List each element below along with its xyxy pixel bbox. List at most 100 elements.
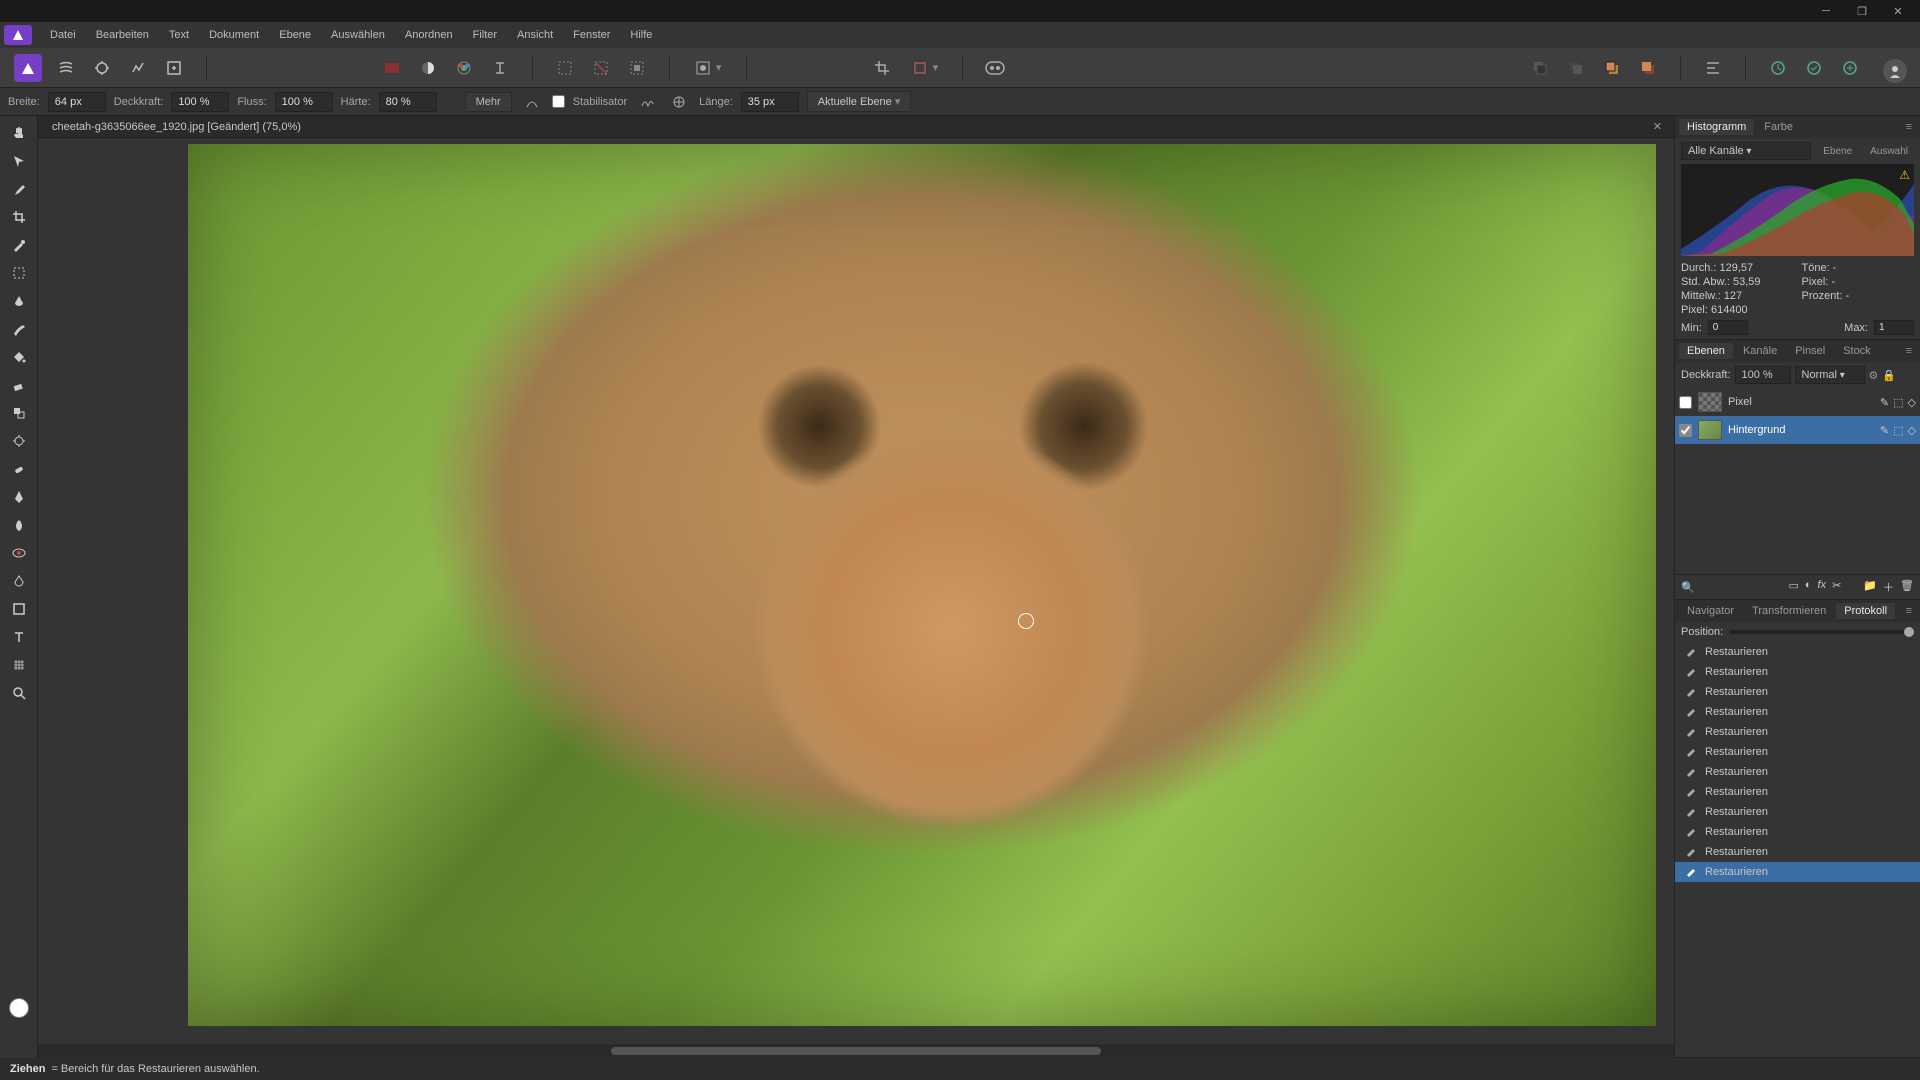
autowhite-icon[interactable] xyxy=(448,52,480,84)
stabilizer-checkbox[interactable] xyxy=(552,95,565,108)
hand-tool-icon[interactable] xyxy=(5,120,33,146)
paintbrush-tool-icon[interactable] xyxy=(5,316,33,342)
history-row[interactable]: Restaurieren xyxy=(1675,862,1920,882)
panel-menu-icon[interactable]: ≡ xyxy=(1902,345,1916,357)
history-row[interactable]: Restaurieren xyxy=(1675,822,1920,842)
persona-liquify-icon[interactable] xyxy=(50,52,82,84)
target-layer-dropdown[interactable]: Aktuelle Ebene ▾ xyxy=(807,91,912,112)
shape-tool-icon[interactable] xyxy=(5,596,33,622)
layer-edit-icon[interactable]: ✎ xyxy=(1880,396,1889,409)
layer-visibility-checkbox[interactable] xyxy=(1679,396,1692,409)
window-maximize-button[interactable]: ❐ xyxy=(1844,1,1880,21)
flow-input[interactable] xyxy=(275,92,333,112)
menu-filter[interactable]: Filter xyxy=(463,26,507,44)
selection-none-icon[interactable] xyxy=(585,52,617,84)
canvas-image[interactable] xyxy=(188,144,1656,1026)
persona-photo-icon[interactable] xyxy=(14,54,42,82)
clone-tool-icon[interactable] xyxy=(5,400,33,426)
cloud-icon[interactable] xyxy=(1798,52,1830,84)
width-input[interactable] xyxy=(48,92,106,112)
layer-lock-icon[interactable]: ◇ xyxy=(1908,424,1916,437)
menu-anordnen[interactable]: Anordnen xyxy=(395,26,463,44)
colorpicker-tool-icon[interactable] xyxy=(5,176,33,202)
share-icon[interactable] xyxy=(1834,52,1866,84)
menu-text[interactable]: Text xyxy=(159,26,199,44)
quickmask-icon[interactable]: ▾ xyxy=(686,52,730,84)
redeye-tool-icon[interactable] xyxy=(5,540,33,566)
fx-layer-icon[interactable]: fx xyxy=(1818,579,1827,595)
healing-tool-icon[interactable] xyxy=(5,456,33,482)
history-row[interactable]: Restaurieren xyxy=(1675,802,1920,822)
assistant-icon[interactable] xyxy=(979,52,1011,84)
menu-dokument[interactable]: Dokument xyxy=(199,26,269,44)
layer-lock-icon[interactable]: 🔒 xyxy=(1882,369,1896,382)
selection-all-icon[interactable] xyxy=(549,52,581,84)
adjust-layer-icon[interactable]: ◐ xyxy=(1805,579,1812,595)
crop-tool-icon[interactable] xyxy=(5,204,33,230)
more-button[interactable]: Mehr xyxy=(465,92,512,112)
menu-auswählen[interactable]: Auswählen xyxy=(321,26,395,44)
pen-tool-icon[interactable] xyxy=(5,484,33,510)
text-tool-icon[interactable] xyxy=(5,624,33,650)
persona-export-icon[interactable] xyxy=(158,52,190,84)
tab-history[interactable]: Protokoll xyxy=(1836,603,1895,619)
persona-tone-icon[interactable] xyxy=(122,52,154,84)
mesh-tool-icon[interactable] xyxy=(5,652,33,678)
length-input[interactable] xyxy=(741,92,799,112)
layer-row[interactable]: Hintergrund ✎⬚◇ xyxy=(1675,416,1920,444)
crop-layer-icon[interactable]: ✂ xyxy=(1832,579,1841,595)
scope-layer-button[interactable]: Ebene xyxy=(1817,144,1858,159)
flood-select-icon[interactable] xyxy=(5,288,33,314)
history-row[interactable]: Restaurieren xyxy=(1675,702,1920,722)
history-row[interactable]: Restaurieren xyxy=(1675,782,1920,802)
menu-fenster[interactable]: Fenster xyxy=(563,26,620,44)
delete-layer-icon[interactable]: 🗑 xyxy=(1900,579,1914,595)
rope-mode-icon[interactable] xyxy=(635,91,659,113)
autolevels-icon[interactable] xyxy=(484,52,516,84)
history-row[interactable]: Restaurieren xyxy=(1675,682,1920,702)
crop-icon[interactable] xyxy=(866,52,898,84)
smudge-tool-icon[interactable] xyxy=(5,512,33,538)
history-row[interactable]: Restaurieren xyxy=(1675,642,1920,662)
layer-visibility-checkbox[interactable] xyxy=(1679,424,1692,437)
canvas-viewport[interactable] xyxy=(38,138,1674,1044)
blur-tool-icon[interactable] xyxy=(5,568,33,594)
order-backone-icon[interactable] xyxy=(1560,52,1592,84)
autocontrast-icon[interactable] xyxy=(412,52,444,84)
history-row[interactable]: Restaurieren xyxy=(1675,842,1920,862)
layer-row[interactable]: Pixel ✎⬚◇ xyxy=(1675,388,1920,416)
min-input[interactable] xyxy=(1708,320,1748,335)
fill-tool-icon[interactable] xyxy=(5,344,33,370)
layer-gear-icon[interactable]: ⚙ xyxy=(1869,369,1879,382)
opacity-input[interactable] xyxy=(171,92,229,112)
color-swatch[interactable] xyxy=(9,998,29,1018)
panel-menu-icon[interactable]: ≡ xyxy=(1902,605,1916,617)
selection-invert-icon[interactable] xyxy=(621,52,653,84)
panel-menu-icon[interactable]: ≡ xyxy=(1902,121,1916,133)
max-input[interactable] xyxy=(1874,320,1914,335)
history-row[interactable]: Restaurieren xyxy=(1675,722,1920,742)
add-layer-icon[interactable]: ＋ xyxy=(1883,579,1894,595)
document-close-icon[interactable]: ✕ xyxy=(1647,120,1668,133)
tab-color[interactable]: Farbe xyxy=(1756,119,1801,135)
resize-icon[interactable]: ▾ xyxy=(902,52,946,84)
channel-dropdown[interactable]: Alle Kanäle ▾ xyxy=(1681,142,1811,160)
tab-layers[interactable]: Ebenen xyxy=(1679,343,1733,359)
selection-brush-icon[interactable] xyxy=(5,232,33,258)
autocolor-icon[interactable] xyxy=(376,52,408,84)
order-frontone-icon[interactable] xyxy=(1596,52,1628,84)
window-close-button[interactable]: ✕ xyxy=(1880,1,1916,21)
search-layers-icon[interactable]: 🔍 xyxy=(1681,581,1695,594)
menu-ebene[interactable]: Ebene xyxy=(269,26,321,44)
menu-datei[interactable]: Datei xyxy=(40,26,86,44)
erase-tool-icon[interactable] xyxy=(5,372,33,398)
pressure-size-icon[interactable] xyxy=(520,91,544,113)
order-back-icon[interactable] xyxy=(1524,52,1556,84)
history-row[interactable]: Restaurieren xyxy=(1675,762,1920,782)
sync-icon[interactable] xyxy=(1762,52,1794,84)
horizontal-scrollbar[interactable] xyxy=(38,1044,1674,1058)
mask-layer-icon[interactable]: ▭ xyxy=(1788,579,1798,595)
order-front-icon[interactable] xyxy=(1632,52,1664,84)
marquee-tool-icon[interactable] xyxy=(5,260,33,286)
zoom-tool-icon[interactable] xyxy=(5,680,33,706)
